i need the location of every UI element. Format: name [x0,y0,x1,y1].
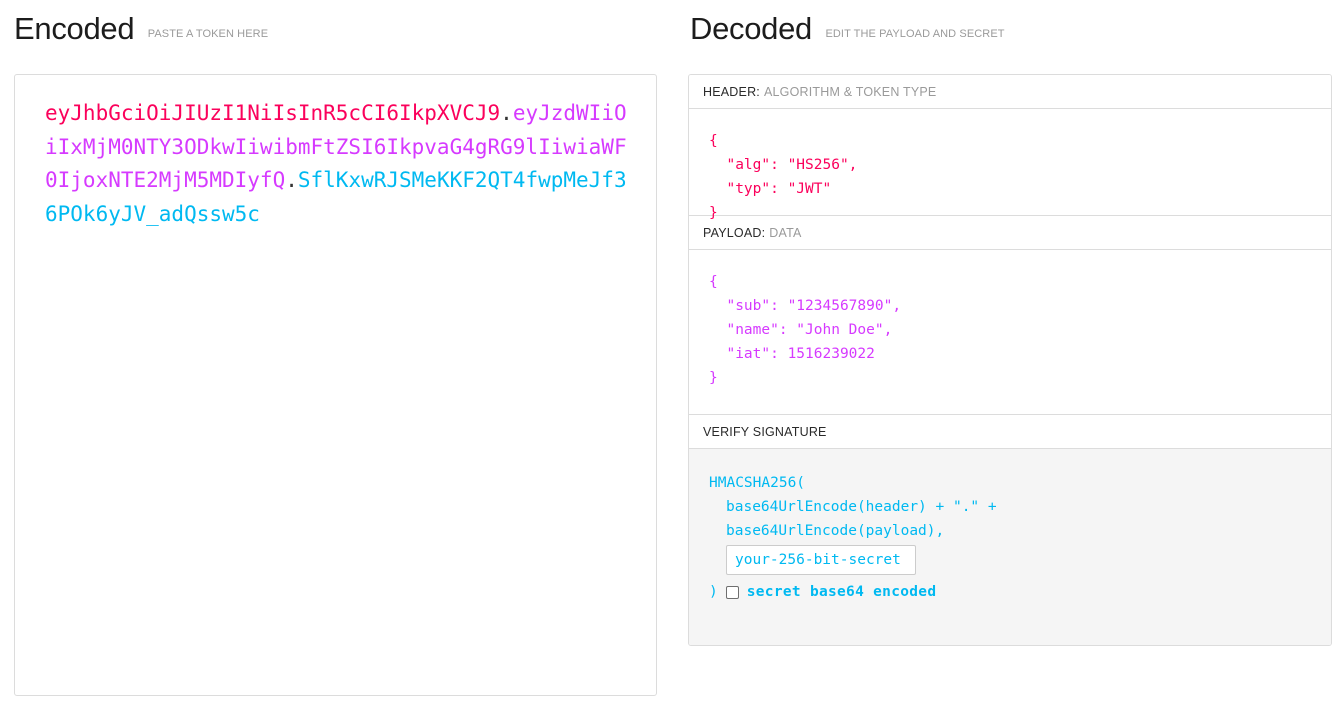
signature-close-row: ) secret base64 encoded [709,582,1311,602]
payload-section-hint: DATA [769,226,802,240]
payload-section-title: PAYLOAD: DATA [689,216,1331,250]
header-json-code[interactable]: { "alg": "HS256", "typ": "JWT" } [709,129,1311,225]
hmac-function-line: HMACSHA256( [709,475,806,491]
jwt-token-text[interactable]: eyJhbGciOiJIUzI1NiIsInR5cCI6IkpXVCJ9.eyJ… [45,97,630,231]
header-section-label: HEADER: [703,85,760,99]
closing-paren: ) [709,584,718,600]
jwt-debugger-page: Encoded PASTE A TOKEN HERE eyJhbGciOiJIU… [0,0,1342,708]
encoded-heading: Encoded PASTE A TOKEN HERE [0,0,672,48]
token-dot-separator-2: . [285,168,298,192]
base64url-header-line: base64UrlEncode(header) + "." + [726,499,997,515]
header-json-area[interactable]: { "alg": "HS256", "typ": "JWT" } [689,109,1331,221]
secret-input-row [709,545,1311,575]
decoded-sections: HEADER: ALGORITHM & TOKEN TYPE { "alg": "… [688,74,1332,646]
payload-json-code[interactable]: { "sub": "1234567890", "name": "John Doe… [709,270,1311,390]
signature-section-title: VERIFY SIGNATURE [689,415,1331,449]
base64url-payload-line: base64UrlEncode(payload), [726,523,945,539]
secret-base64-checkbox[interactable] [725,585,739,599]
encoded-subtitle: PASTE A TOKEN HERE [147,28,269,40]
signature-section-label: VERIFY SIGNATURE [703,425,827,439]
decoded-column: Decoded EDIT THE PAYLOAD AND SECRET HEAD… [676,0,1342,646]
header-section-hint: ALGORITHM & TOKEN TYPE [763,85,937,99]
header-section-title: HEADER: ALGORITHM & TOKEN TYPE [689,75,1331,109]
decoded-subtitle: EDIT THE PAYLOAD AND SECRET [825,28,1005,40]
token-header-segment: eyJhbGciOiJIUzI1NiIsInR5cCI6IkpXVCJ9 [45,101,501,125]
encoded-title: Encoded [14,11,135,46]
secret-base64-label[interactable]: secret base64 encoded [747,582,937,602]
token-dot-separator-1: . [500,101,513,125]
decoded-heading: Decoded EDIT THE PAYLOAD AND SECRET [676,0,1342,48]
decoded-title: Decoded [690,11,812,46]
payload-json-area[interactable]: { "sub": "1234567890", "name": "John Doe… [689,250,1331,415]
secret-input[interactable] [726,545,916,575]
encoded-token-input[interactable]: eyJhbGciOiJIUzI1NiIsInR5cCI6IkpXVCJ9.eyJ… [14,74,657,696]
encoded-column: Encoded PASTE A TOKEN HERE eyJhbGciOiJIU… [0,0,672,696]
signature-verify-area: HMACSHA256( base64UrlEncode(header) + ".… [689,449,1331,645]
payload-section-label: PAYLOAD: [703,226,766,240]
